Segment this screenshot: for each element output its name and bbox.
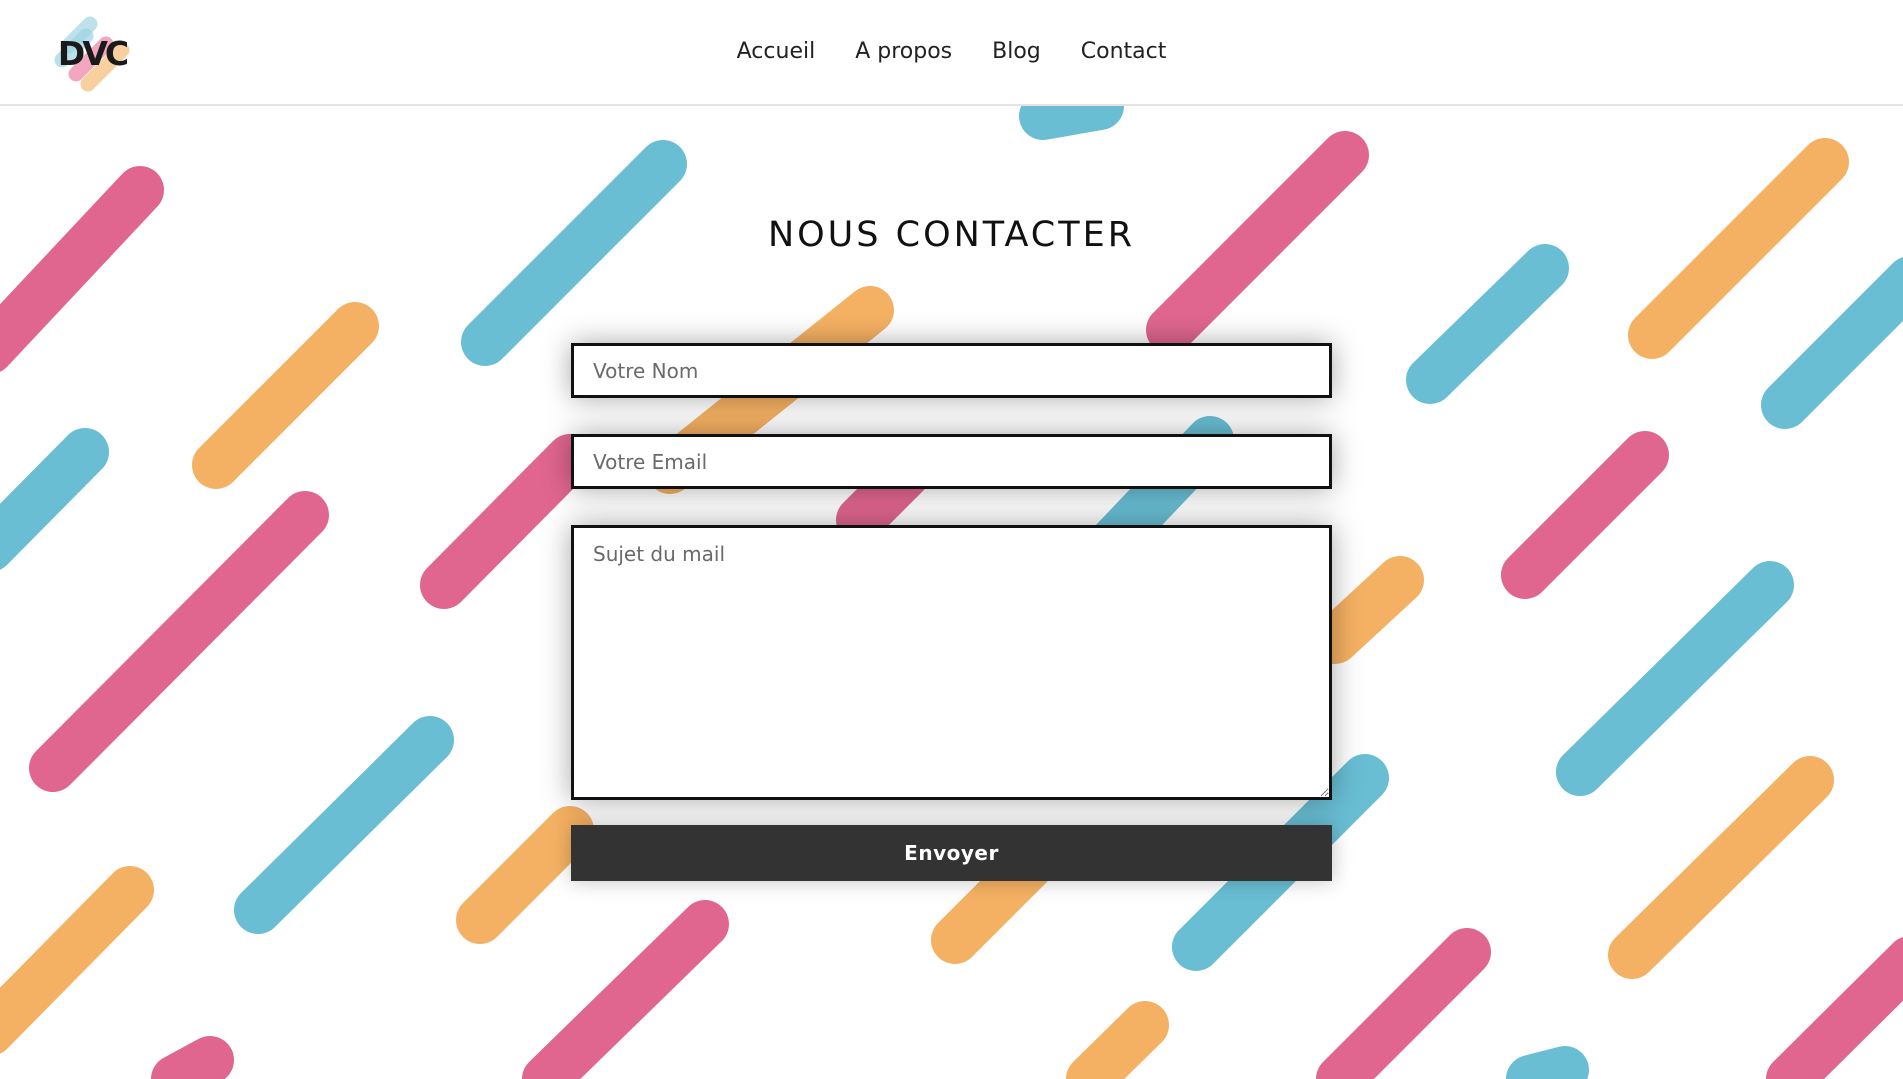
background-stripe <box>0 428 109 570</box>
background-stripe <box>0 166 164 372</box>
background-stripe <box>192 302 379 489</box>
background-stripe <box>420 434 594 609</box>
nav-item-blog[interactable]: Blog <box>992 39 1041 66</box>
background-stripe <box>0 866 154 1054</box>
background-stripe <box>1019 106 1124 140</box>
background-stripe <box>1506 1046 1589 1079</box>
background-stripe <box>29 491 329 792</box>
background-stripe <box>1316 928 1491 1079</box>
background-stripe <box>151 1036 234 1079</box>
background-stripe <box>1406 244 1569 404</box>
nav-item-a-propos[interactable]: A propos <box>855 39 952 66</box>
page-title: NOUS CONTACTER <box>767 215 1136 255</box>
background-stripe <box>456 806 594 944</box>
contact-page: DVC Accueil A propos Blog Contact NOUS C… <box>0 0 1903 1079</box>
main-nav: Accueil A propos Blog Contact <box>0 0 1903 104</box>
email-field[interactable] <box>571 434 1332 489</box>
name-field[interactable] <box>571 343 1332 398</box>
background-stripe <box>1766 937 1903 1079</box>
background-stripe <box>1066 1001 1169 1079</box>
background-stripe <box>1501 431 1669 599</box>
site-header: DVC Accueil A propos Blog Contact <box>0 0 1903 106</box>
background-stripe <box>1608 756 1834 979</box>
nav-item-accueil[interactable]: Accueil <box>737 39 816 66</box>
send-button[interactable]: Envoyer <box>571 825 1332 881</box>
background-stripe <box>1556 561 1794 796</box>
background-stripe <box>522 900 729 1079</box>
background-stripe <box>1761 257 1903 429</box>
nav-item-contact[interactable]: Contact <box>1081 39 1167 66</box>
contact-form: Envoyer <box>571 343 1332 881</box>
subject-textarea[interactable] <box>571 525 1332 800</box>
background-stripe <box>1311 556 1424 664</box>
background-stripe <box>234 716 454 934</box>
